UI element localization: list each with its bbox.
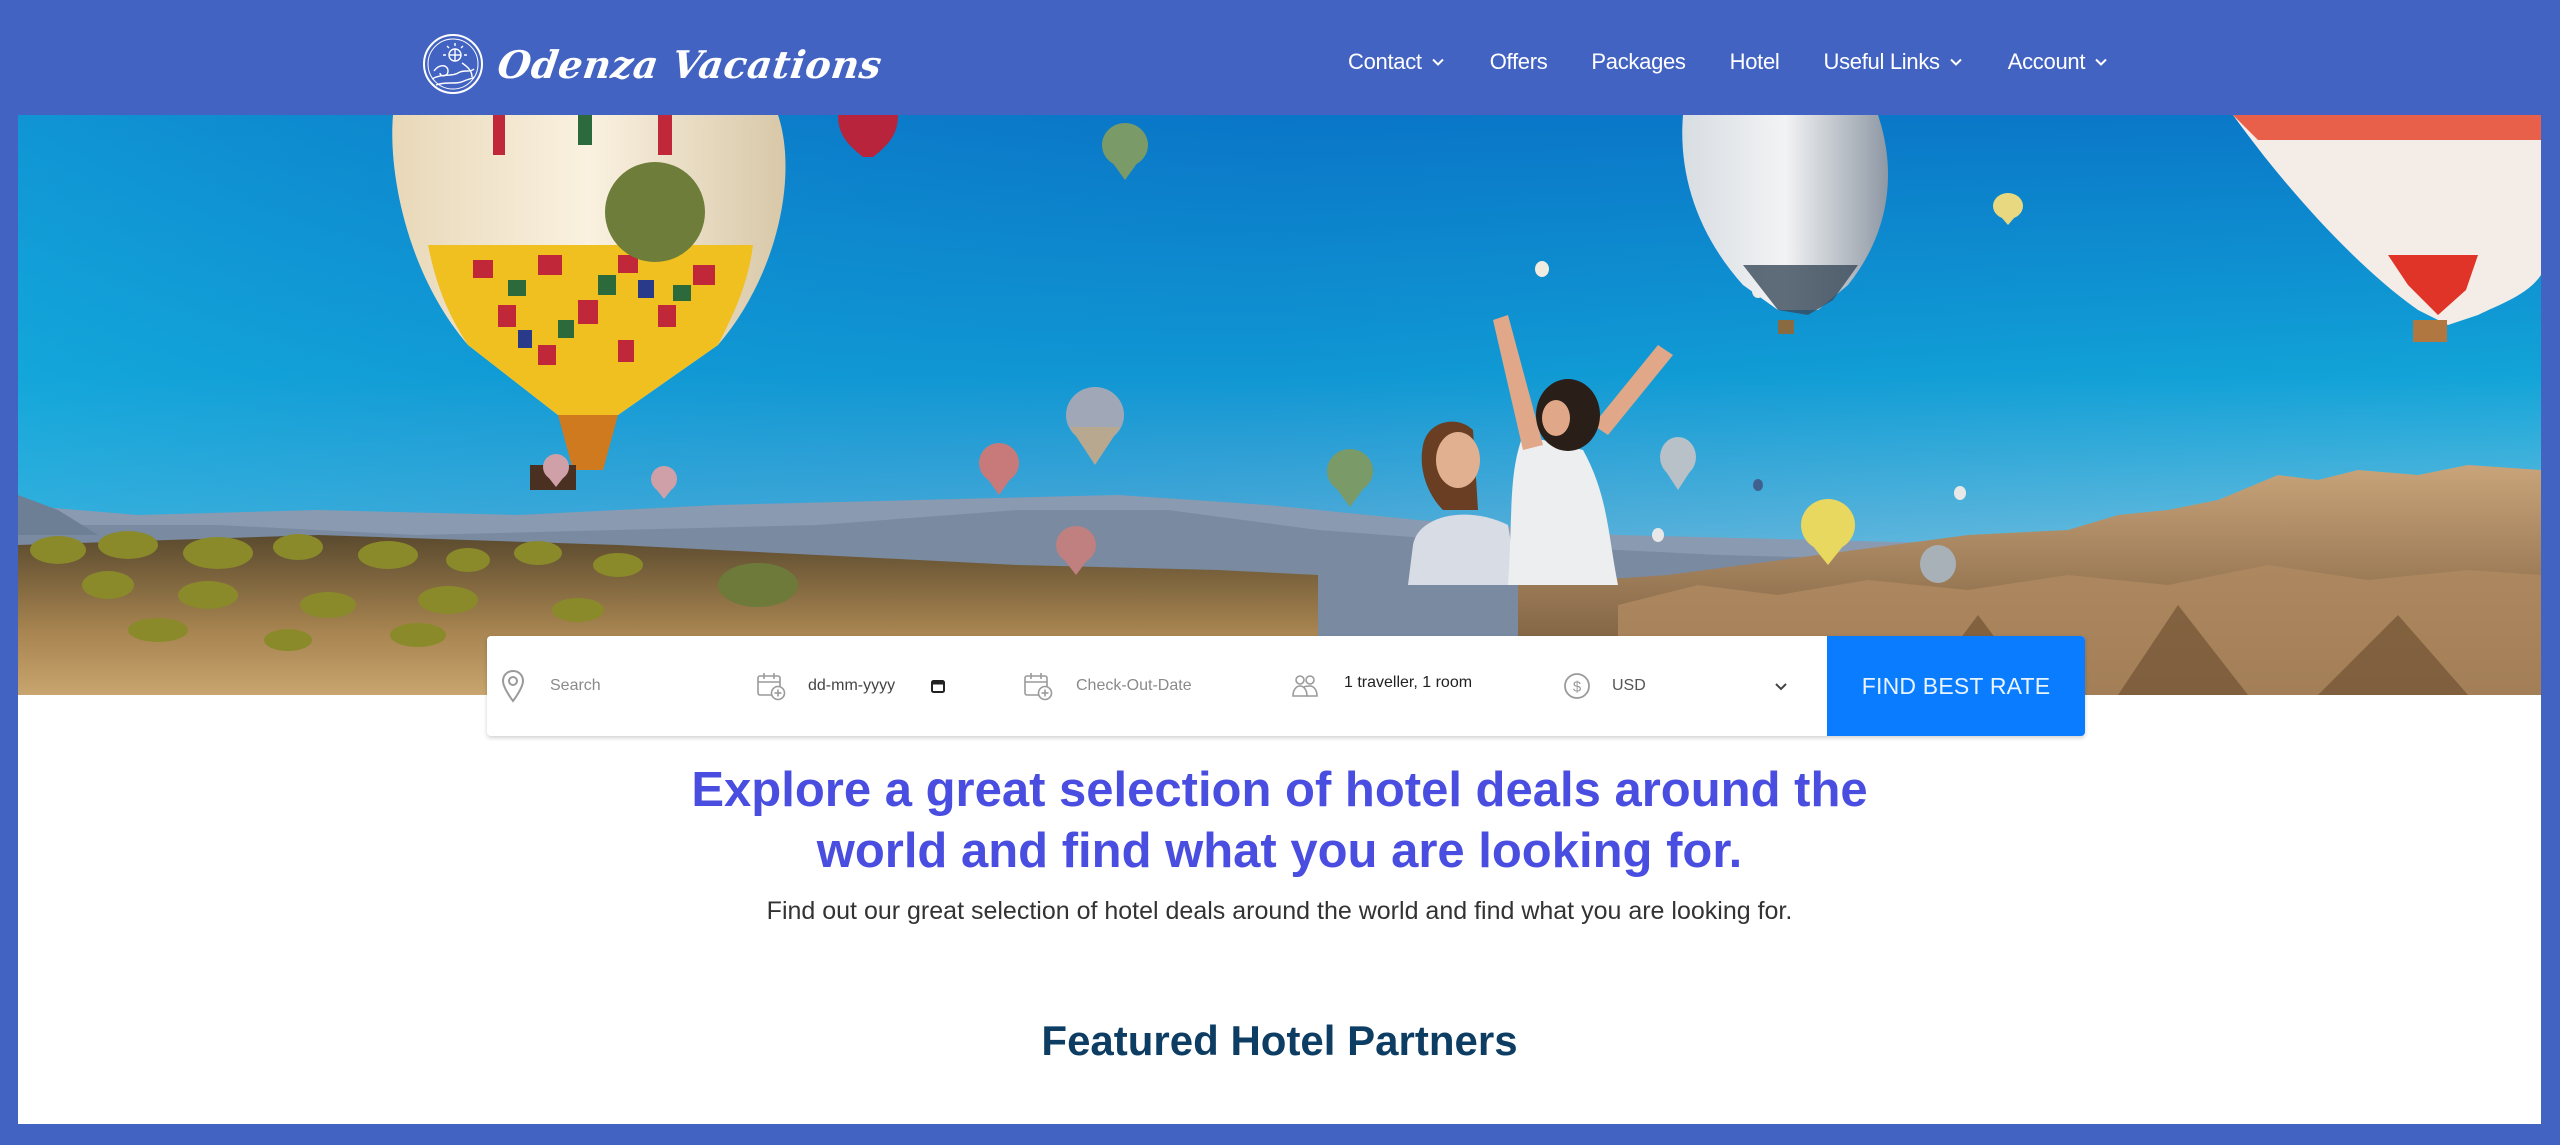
users-icon — [1292, 675, 1318, 697]
nav-offers-label: Offers — [1489, 49, 1548, 74]
headline-line-2: world and find what you are looking for. — [816, 824, 1743, 878]
calendar-add-icon — [1024, 673, 1053, 701]
check-out-input[interactable]: Check-Out-Date — [1076, 677, 1192, 695]
destination-input[interactable]: Search — [550, 677, 601, 695]
calendar-icon[interactable] — [930, 678, 946, 694]
nav-useful-links-label: Useful Links — [1823, 49, 1941, 74]
nav-contact[interactable]: Contact — [1348, 49, 1446, 75]
guests-input[interactable]: 1 traveller, 1 room — [1344, 674, 1472, 692]
chevron-down-icon — [1950, 58, 1962, 66]
page-content: Search dd-mm-yyyy Check-Out-Date 1 trave… — [18, 115, 2541, 1124]
destination-field[interactable]: Search — [487, 636, 755, 736]
currency-value: USD — [1612, 677, 1646, 694]
calendar-add-icon — [757, 673, 786, 701]
headline-line-1: Explore a great selection of hotel deals… — [691, 763, 1868, 817]
nav-account-label: Account — [2007, 49, 2086, 74]
check-in-field[interactable]: dd-mm-yyyy — [755, 636, 1023, 736]
page-headline: Explore a great selection of hotel deals… — [18, 760, 2541, 882]
chevron-down-icon — [2095, 58, 2107, 66]
nav-packages[interactable]: Packages — [1591, 49, 1686, 75]
nav-contact-label: Contact — [1348, 49, 1422, 74]
check-in-input[interactable]: dd-mm-yyyy — [808, 677, 895, 695]
svg-text:$: $ — [1573, 679, 1582, 696]
page-subheading: Find out our great selection of hotel de… — [766, 897, 1793, 925]
map-pin-icon — [501, 669, 525, 703]
nav-useful-links[interactable]: Useful Links — [1824, 49, 1964, 75]
nav-packages-label: Packages — [1591, 49, 1686, 74]
hero-image — [18, 115, 2541, 695]
main-nav: Contact Offers Packages Hotel Useful Lin… — [1348, 42, 2109, 82]
find-best-rate-button[interactable]: FIND BEST RATE — [1827, 636, 2085, 736]
hero-banner — [18, 115, 2541, 695]
currency-select[interactable]: $ USD — [1559, 636, 1825, 736]
hotel-search-form: Search dd-mm-yyyy Check-Out-Date 1 trave… — [487, 636, 2085, 736]
featured-partners-title: Featured Hotel Partners — [1041, 1017, 1518, 1064]
nav-hotel-label: Hotel — [1729, 49, 1780, 74]
dollar-circle-icon: $ — [1564, 673, 1590, 699]
nav-account[interactable]: Account — [2008, 49, 2109, 75]
chevron-down-icon — [1775, 683, 1787, 691]
brand-name: Odenza Vacations — [494, 41, 885, 87]
chevron-down-icon — [1432, 58, 1444, 66]
logo-emblem-icon — [423, 34, 483, 94]
guests-field[interactable]: 1 traveller, 1 room — [1291, 636, 1559, 736]
site-header: Odenza Vacations Contact Offers Packages… — [0, 0, 2560, 115]
brand-logo[interactable]: Odenza Vacations — [422, 32, 885, 96]
check-out-field[interactable]: Check-Out-Date — [1023, 636, 1291, 736]
nav-offers[interactable]: Offers — [1490, 49, 1548, 75]
nav-hotel[interactable]: Hotel — [1730, 49, 1780, 75]
